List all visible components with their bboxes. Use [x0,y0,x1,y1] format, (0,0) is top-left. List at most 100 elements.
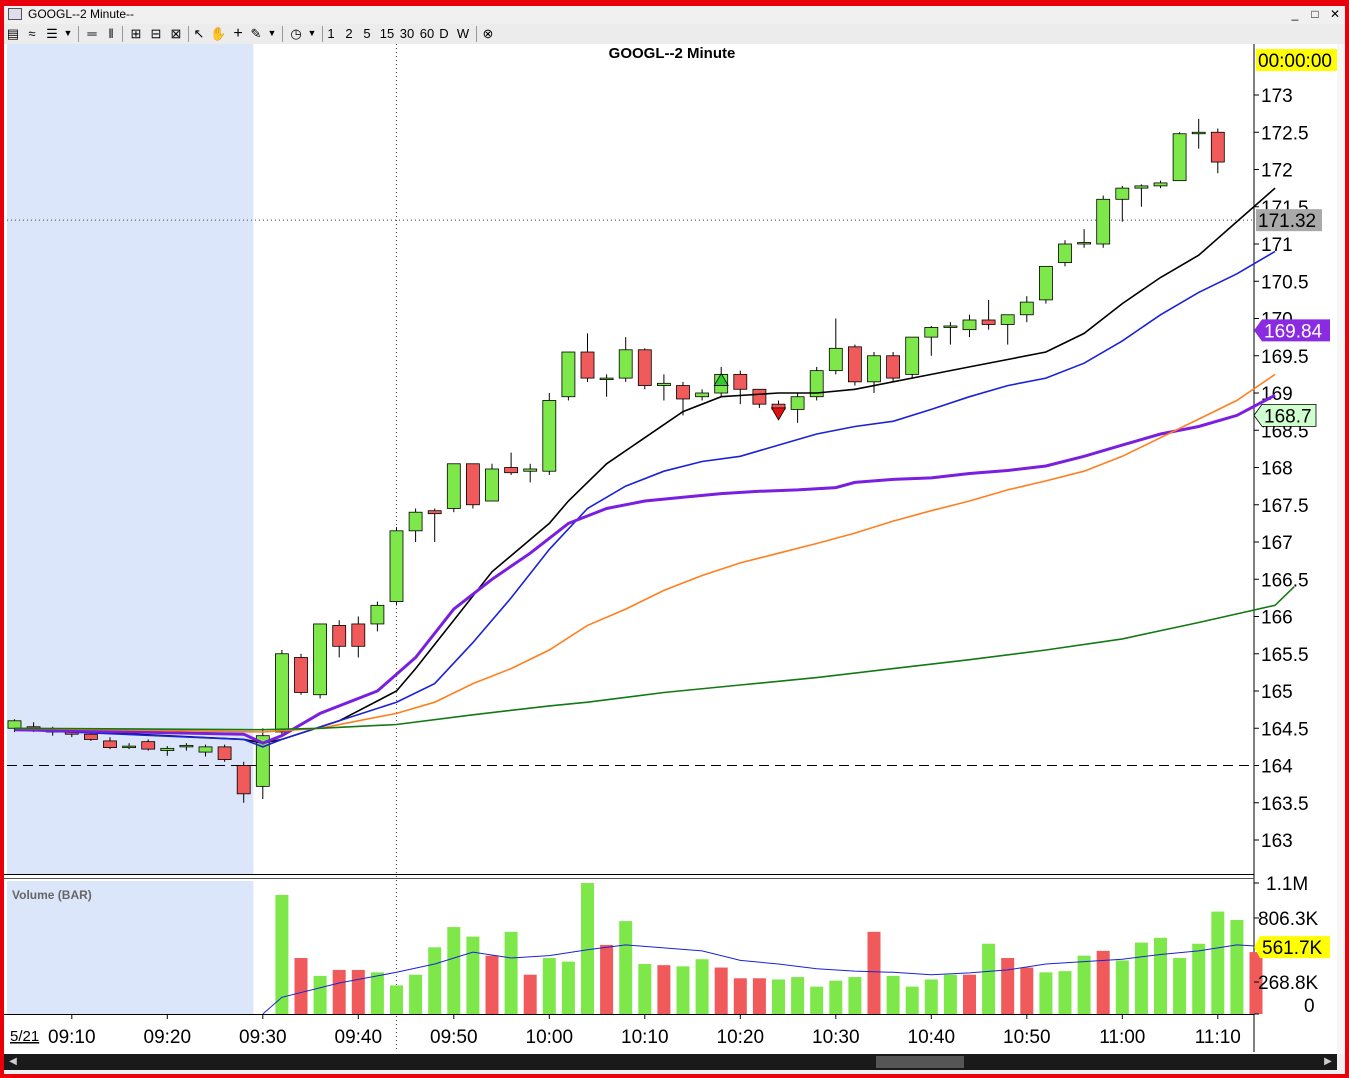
candle-body [504,467,519,474]
candle-body [752,388,767,405]
chart-title: GOOGL--2 Minute [609,45,736,62]
volume-bar [313,975,327,1014]
candle-body [1134,185,1149,189]
chart-canvas[interactable]: GOOGL--2 Minute 163 163.5 164 164.5 165 165.5 1… [4,44,1337,1054]
chart-window-icon [8,8,22,20]
close-button[interactable]: ✕ [1325,6,1345,23]
volume-bar [1115,960,1129,1014]
candle-body [981,319,996,325]
candle-body [886,355,900,379]
drawing-tool-icon[interactable]: ✎ [248,25,264,42]
interval-5-button[interactable]: 5 [362,25,372,42]
candle-body [1058,243,1072,264]
horizontal-layout-icon[interactable]: ═ [84,25,100,42]
volume-bar [619,921,633,1014]
interval-60-button[interactable]: 60 [418,25,436,42]
volume-tick-label: 268.8K [1258,973,1319,994]
price-tick-label: 163 [1261,831,1293,852]
candle-body [446,463,461,509]
volume-panel-title: Volume (BAR) [12,888,92,902]
time-tick-label: 09:30 [239,1027,287,1048]
toolbar-divider [476,26,477,42]
crosshair-icon[interactable]: + [230,25,246,42]
minimize-button[interactable]: _ [1285,6,1305,23]
vertical-layout-icon[interactable]: ‖ [104,25,118,42]
interval-day-button[interactable]: D [438,25,450,42]
volume-bar [466,936,480,1014]
candle-body [943,325,958,328]
grid-icon[interactable]: ⊞ [128,25,144,42]
volume-bar [1039,972,1053,1014]
interval-dropdown-icon[interactable]: ▼ [306,25,318,42]
candle-body [790,396,805,410]
interval-30-button[interactable]: 30 [398,25,416,42]
volume-bar [1154,937,1167,1014]
price-tick-label: 164.5 [1261,719,1309,740]
volume-bar [523,974,537,1014]
candle-body [408,511,423,532]
volume-bar [924,979,938,1014]
candle-style-icon[interactable]: ☰ [44,25,60,42]
price-tick-label: 166.5 [1261,570,1309,591]
volume-bar [428,947,442,1014]
candle-body [84,733,98,740]
drawing-dropdown-icon[interactable]: ▼ [266,25,278,42]
title-bar: GOOGL--2 Minute-- _ □ ✕ [4,6,1345,24]
split-icon[interactable]: ⊟ [148,25,164,42]
price-tick-label: 163.5 [1261,794,1309,815]
candle-body [580,351,595,379]
interval-week-button[interactable]: W [456,25,470,42]
candle-body [1115,187,1130,200]
candle-body [7,720,22,729]
pointer-icon[interactable]: ↖ [192,25,206,42]
bar-chart-icon[interactable]: ▤ [6,25,20,42]
volume-bar [714,967,728,1014]
candle-body [141,741,156,750]
candle-body [867,355,881,383]
time-tick-label: 09:50 [430,1027,478,1048]
volume-bar [829,980,843,1014]
scrollbar-thumb[interactable] [876,1056,964,1068]
volume-tick-label: 806.3K [1258,909,1319,930]
volume-bar [542,958,556,1014]
hand-icon[interactable]: ✋ [210,25,226,42]
horizontal-scrollbar[interactable]: ◀ ▶ [4,1054,1337,1070]
candle-body [523,468,538,472]
scroll-right-icon[interactable]: ▶ [1321,1055,1335,1069]
maximize-button[interactable]: □ [1305,6,1325,23]
price-tick-label: 165.5 [1261,645,1309,666]
time-tick-label: 09:10 [48,1027,96,1048]
sell-signal-icon [770,407,787,421]
time-tick-label: 10:00 [526,1027,574,1048]
interval-2-button[interactable]: 2 [344,25,354,42]
candle-body [1191,131,1206,135]
volume-bar [810,986,824,1014]
zoom-fit-icon[interactable]: ⊠ [168,25,184,42]
candle-body [236,765,251,795]
candle-body [485,468,499,502]
candle-body [465,463,480,506]
line-style-icon[interactable]: ≈ [24,25,40,42]
interval-15-button[interactable]: 15 [378,25,396,42]
candle-body [389,530,404,603]
chart-area[interactable]: GOOGL--2 Minute 163 163.5 164 164.5 165 165.5 1… [4,44,1337,1054]
volume-last-label: 561.7K [1262,938,1323,959]
clock-icon[interactable]: ◷ [288,25,304,42]
candle-body [924,327,939,338]
toolbar-divider [188,26,189,42]
price-tick-label: 170.5 [1261,272,1309,293]
cancel-icon[interactable]: ⊗ [480,25,496,42]
candle-body [599,377,614,381]
candle-body [160,747,175,751]
toolbar-divider [78,26,79,42]
volume-bar [772,979,785,1014]
volume-bar [1230,919,1244,1014]
interval-1-button[interactable]: 1 [326,25,336,42]
volume-bar [657,965,671,1014]
style-dropdown-icon[interactable]: ▼ [62,25,74,42]
volume-bar [733,978,747,1014]
candle-body [618,349,633,379]
scroll-left-icon[interactable]: ◀ [6,1055,20,1069]
volume-bar [1020,967,1034,1014]
price-tick-label: 166 [1261,608,1293,629]
